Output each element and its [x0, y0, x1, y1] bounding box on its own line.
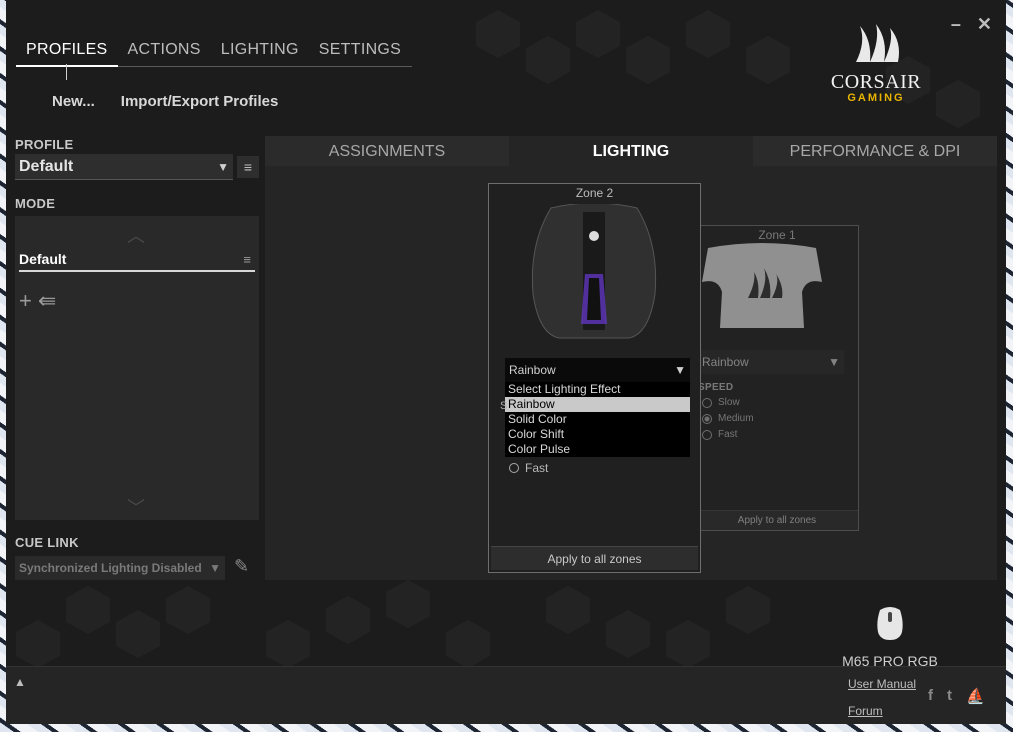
facebook-icon[interactable]: f — [928, 687, 933, 705]
corsair-logo: CORSAIR GAMING — [824, 22, 928, 104]
effect-option-color-pulse[interactable]: Color Pulse — [505, 442, 690, 457]
chevron-down-icon: ▼ — [828, 355, 840, 369]
speed-option-label: Fast — [525, 461, 549, 475]
effect-option-rainbow[interactable]: Rainbow — [505, 397, 690, 412]
top-nav: PROFILES ACTIONS LIGHTING SETTINGS — [16, 38, 412, 67]
zone2-card[interactable]: Zone 2 Rainbow ▼ Select Lighting Effect … — [488, 183, 701, 573]
cue-link-select[interactable]: Synchronized Lighting Disabled ▼ — [15, 556, 225, 580]
zone1-speed-slow[interactable]: Slow — [702, 397, 740, 408]
speed-label-partial: S — [500, 400, 508, 412]
twitter-icon[interactable]: t — [947, 687, 952, 705]
corsair-icon[interactable]: ⛵ — [966, 687, 985, 705]
expand-up-icon[interactable]: ▲ — [14, 675, 26, 689]
corsair-sails-icon — [856, 24, 899, 62]
nav-settings[interactable]: SETTINGS — [309, 38, 411, 66]
device-indicator[interactable]: M65 PRO RGB — [830, 606, 950, 669]
nav-actions[interactable]: ACTIONS — [118, 38, 211, 66]
import-mode-icon[interactable]: ⇚ — [38, 288, 56, 314]
new-profile-button[interactable]: New... — [52, 93, 95, 110]
zone1-apply-button[interactable]: Apply to all zones — [696, 510, 858, 530]
tab-assignments[interactable]: ASSIGNMENTS — [265, 136, 509, 166]
zone1-effect-select[interactable]: Rainbow ▼ — [698, 350, 844, 374]
effect-option-color-shift[interactable]: Color Shift — [505, 427, 690, 442]
chevron-down-icon: ▼ — [674, 363, 686, 377]
zone1-effect-value: Rainbow — [702, 355, 749, 369]
mouse-back-image — [702, 243, 822, 328]
effect-option-select[interactable]: Select Lighting Effect — [505, 382, 690, 397]
chevron-down-icon: ▼ — [209, 561, 221, 575]
mode-label: MODE — [15, 196, 56, 211]
speed-option-label: Slow — [718, 397, 740, 408]
close-button[interactable]: ✕ — [977, 15, 992, 33]
chevron-down-icon: ▼ — [217, 159, 229, 174]
zone2-title: Zone 2 — [575, 186, 614, 200]
mouse-icon — [877, 607, 903, 640]
zone2-effect-dropdown: Select Lighting Effect Rainbow Solid Col… — [505, 382, 690, 457]
zone1-speed-fast[interactable]: Fast — [702, 429, 737, 440]
scroll-up-icon[interactable]: ︿ — [127, 222, 145, 248]
zone2-apply-button[interactable]: Apply to all zones — [491, 546, 698, 570]
zone1-speed-medium[interactable]: Medium — [702, 413, 754, 424]
mouse-top-image — [531, 204, 657, 339]
profile-select[interactable]: Default ▼ — [15, 154, 233, 180]
profile-label: PROFILE — [15, 137, 74, 152]
tab-bar: ASSIGNMENTS LIGHTING PERFORMANCE & DPI — [265, 136, 997, 166]
radio-selected-icon — [702, 413, 712, 424]
cue-window: – ✕ PROFILES ACTIONS LIGHTING SETTINGS N… — [6, 0, 1006, 724]
scroll-down-icon[interactable]: ﹀ — [127, 494, 145, 520]
mode-item-label: Default — [19, 251, 67, 267]
effect-option-solid-color[interactable]: Solid Color — [505, 412, 690, 427]
nav-indicator-tick — [66, 64, 67, 80]
zone1-title: Zone 1 — [758, 228, 796, 242]
speed-option-label: Medium — [718, 413, 754, 424]
nav-lighting[interactable]: LIGHTING — [211, 38, 309, 66]
import-export-profiles-button[interactable]: Import/Export Profiles — [121, 93, 279, 110]
logo-wordmark: CORSAIR — [830, 71, 922, 93]
zone1-card[interactable]: Zone 1 Rainbow ▼ SPEED Slow Medium Fast — [695, 225, 859, 531]
radio-icon — [702, 397, 712, 408]
profile-value: Default — [19, 157, 74, 175]
zone2-effect-value: Rainbow — [509, 363, 556, 377]
zone2-speed-fast[interactable]: Fast — [509, 461, 548, 475]
add-mode-icon[interactable]: + — [19, 288, 32, 314]
speed-option-label: Fast — [718, 429, 738, 440]
radio-icon — [509, 463, 519, 473]
mode-list-panel: ︿ Default ≡ + ⇚ ﹀ — [15, 216, 259, 520]
tab-performance-dpi[interactable]: PERFORMANCE & DPI — [753, 136, 997, 166]
radio-icon — [702, 429, 712, 440]
nav-profiles[interactable]: PROFILES — [16, 38, 118, 67]
main-panel: ASSIGNMENTS LIGHTING PERFORMANCE & DPI Z… — [265, 136, 997, 580]
mode-item-default[interactable]: Default ≡ — [19, 248, 255, 272]
minimize-button[interactable]: – — [951, 15, 961, 33]
edit-icon[interactable]: ✎ — [234, 556, 249, 577]
profile-menu-button[interactable]: ≡ — [237, 156, 259, 178]
zone1-speed-label: SPEED — [698, 382, 734, 393]
cue-link-label: CUE LINK — [15, 535, 79, 550]
zone2-effect-select[interactable]: Rainbow ▼ — [505, 358, 690, 382]
footer-bar: ▲ User Manual Forum f t ⛵ — [6, 666, 1006, 724]
cue-link-value: Synchronized Lighting Disabled — [19, 561, 202, 575]
forum-link[interactable]: Forum — [848, 704, 883, 718]
tab-lighting[interactable]: LIGHTING — [509, 136, 753, 166]
user-manual-link[interactable]: User Manual — [848, 677, 916, 691]
mode-menu-icon[interactable]: ≡ — [243, 252, 255, 267]
